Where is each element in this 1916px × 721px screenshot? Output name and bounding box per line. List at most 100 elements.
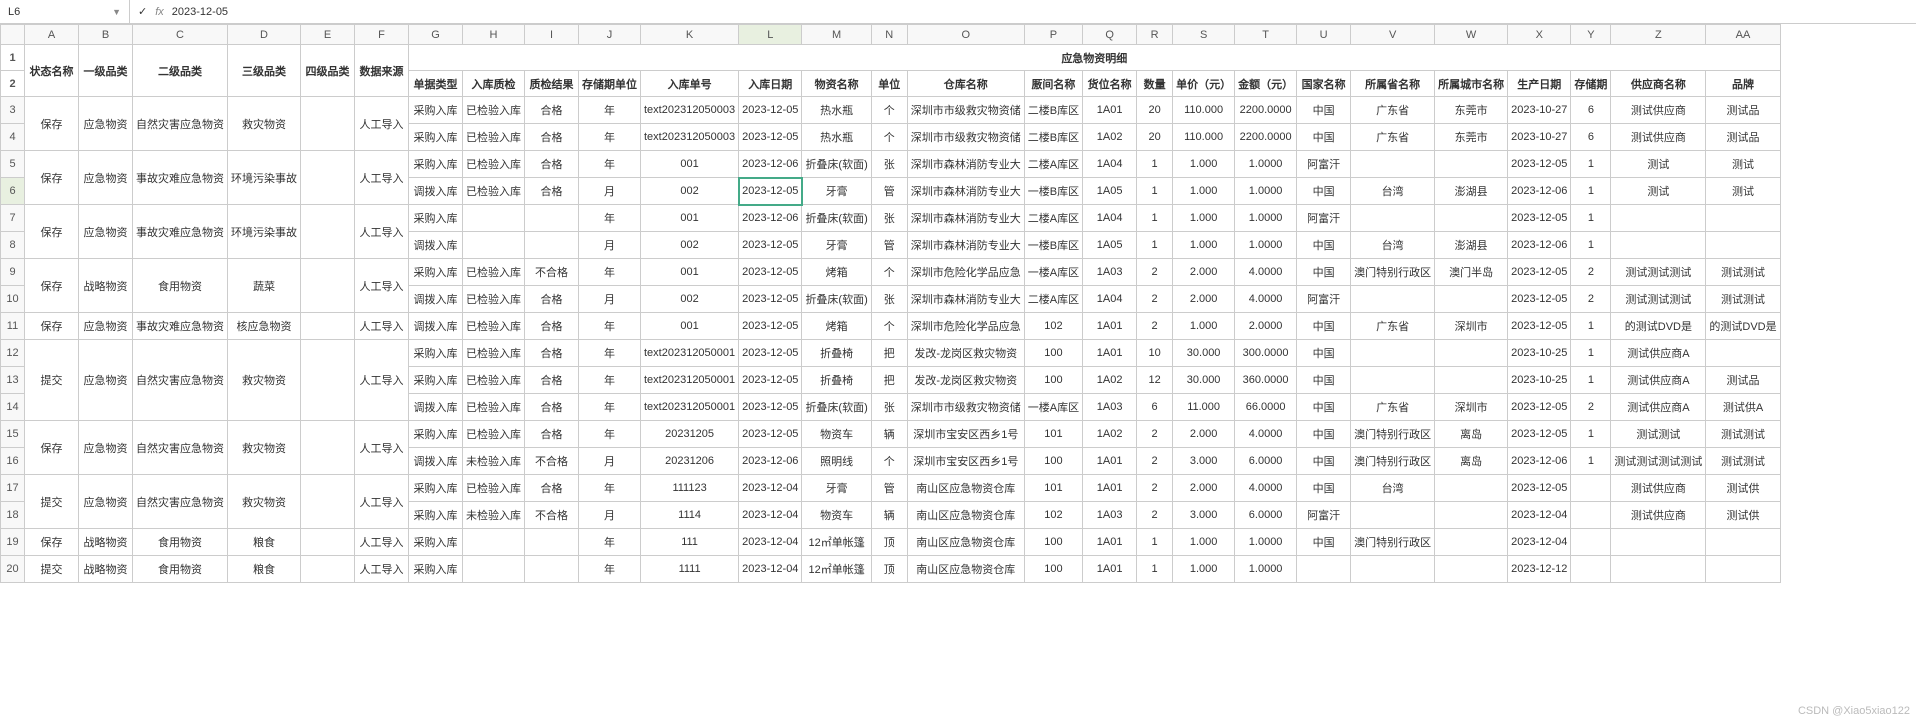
cell-mat_name[interactable]: 折叠床(软面) bbox=[802, 286, 871, 313]
cell-unit[interactable]: 个 bbox=[871, 448, 907, 475]
cell-unit[interactable]: 个 bbox=[871, 97, 907, 124]
cell-price[interactable]: 1.000 bbox=[1173, 178, 1235, 205]
cell-store_period[interactable]: 1 bbox=[1571, 151, 1611, 178]
cell-mat_name[interactable]: 折叠椅 bbox=[802, 367, 871, 394]
cell-status[interactable]: 提交 bbox=[25, 556, 79, 583]
cell-prov[interactable] bbox=[1351, 286, 1435, 313]
row-header[interactable]: 13 bbox=[1, 367, 25, 394]
cell-prov[interactable]: 澳门特别行政区 bbox=[1351, 529, 1435, 556]
row-header[interactable]: 5 bbox=[1, 151, 25, 178]
cell-cat3[interactable]: 核应急物资 bbox=[228, 313, 301, 340]
cell-mat_name[interactable]: 牙膏 bbox=[802, 232, 871, 259]
cell-prov[interactable] bbox=[1351, 340, 1435, 367]
cell-store_period[interactable]: 1 bbox=[1571, 205, 1611, 232]
cell-in_date[interactable]: 2023-12-05 bbox=[739, 286, 802, 313]
cell-doc_type[interactable]: 采购入库 bbox=[409, 421, 463, 448]
cell-in_qc[interactable]: 已检验入库 bbox=[463, 367, 525, 394]
cell-doc_type[interactable]: 采购入库 bbox=[409, 205, 463, 232]
cell-qty[interactable]: 2 bbox=[1137, 448, 1173, 475]
cell-cat4[interactable] bbox=[301, 97, 355, 151]
cell-store_unit[interactable]: 年 bbox=[579, 259, 641, 286]
cell-qc_res[interactable]: 合格 bbox=[525, 421, 579, 448]
cell-cat4[interactable] bbox=[301, 529, 355, 556]
cell-amt[interactable]: 2200.0000 bbox=[1235, 124, 1297, 151]
cell-wh[interactable]: 深圳市危险化学品应急 bbox=[907, 259, 1024, 286]
col-header-W[interactable]: W bbox=[1435, 25, 1508, 45]
cell-loc[interactable]: 1A01 bbox=[1083, 340, 1137, 367]
cell-cat3[interactable]: 粮食 bbox=[228, 556, 301, 583]
cell-brand[interactable] bbox=[1706, 340, 1780, 367]
row-header[interactable]: 12 bbox=[1, 340, 25, 367]
cell-supplier[interactable]: 测试测试测试 bbox=[1611, 259, 1706, 286]
cell-store_period[interactable]: 1 bbox=[1571, 313, 1611, 340]
cell-brand[interactable]: 测试测试 bbox=[1706, 286, 1780, 313]
cell-price[interactable]: 30.000 bbox=[1173, 340, 1235, 367]
cell-src[interactable]: 人工导入 bbox=[355, 313, 409, 340]
cell-price[interactable]: 2.000 bbox=[1173, 286, 1235, 313]
col-header-M[interactable]: M bbox=[802, 25, 871, 45]
cell-brand[interactable] bbox=[1706, 232, 1780, 259]
cell-mat_name[interactable]: 照明线 bbox=[802, 448, 871, 475]
cell-cat4[interactable] bbox=[301, 205, 355, 259]
cell-store_unit[interactable]: 月 bbox=[579, 502, 641, 529]
cell-in_date[interactable]: 2023-12-05 bbox=[739, 178, 802, 205]
cell-in_qc[interactable]: 未检验入库 bbox=[463, 502, 525, 529]
cell-amt[interactable]: 360.0000 bbox=[1235, 367, 1297, 394]
cell-mat_name[interactable]: 热水瓶 bbox=[802, 97, 871, 124]
cell-room[interactable]: 100 bbox=[1024, 529, 1082, 556]
cell-brand[interactable] bbox=[1706, 556, 1780, 583]
col-header-I[interactable]: I bbox=[525, 25, 579, 45]
cell-mat_name[interactable]: 折叠床(软面) bbox=[802, 205, 871, 232]
cell-amt[interactable]: 4.0000 bbox=[1235, 421, 1297, 448]
select-all-corner[interactable] bbox=[1, 25, 25, 45]
cell-qty[interactable]: 2 bbox=[1137, 313, 1173, 340]
col-header-B[interactable]: B bbox=[79, 25, 133, 45]
cell-prod_date[interactable]: 2023-10-27 bbox=[1508, 97, 1571, 124]
cell-doc_type[interactable]: 采购入库 bbox=[409, 556, 463, 583]
cell-doc_type[interactable]: 调拨入库 bbox=[409, 394, 463, 421]
cell-wh[interactable]: 深圳市市级救灾物资储 bbox=[907, 97, 1024, 124]
cell-amt[interactable]: 6.0000 bbox=[1235, 502, 1297, 529]
cell-prov[interactable]: 澳门特别行政区 bbox=[1351, 421, 1435, 448]
cell-in_no[interactable]: text202312050001 bbox=[641, 394, 739, 421]
cell-room[interactable]: 101 bbox=[1024, 421, 1082, 448]
cell-store_unit[interactable]: 年 bbox=[579, 394, 641, 421]
cell-price[interactable]: 1.000 bbox=[1173, 151, 1235, 178]
row-header[interactable]: 20 bbox=[1, 556, 25, 583]
row-header[interactable]: 3 bbox=[1, 97, 25, 124]
col-header-O[interactable]: O bbox=[907, 25, 1024, 45]
cell-in_no[interactable]: 001 bbox=[641, 313, 739, 340]
row-header[interactable]: 19 bbox=[1, 529, 25, 556]
cell-qty[interactable]: 12 bbox=[1137, 367, 1173, 394]
cell-country[interactable]: 中国 bbox=[1297, 97, 1351, 124]
cell-room[interactable]: 102 bbox=[1024, 502, 1082, 529]
cell-cat4[interactable] bbox=[301, 421, 355, 475]
cell-status[interactable]: 保存 bbox=[25, 259, 79, 313]
cell-supplier[interactable]: 测试 bbox=[1611, 178, 1706, 205]
cell-country[interactable]: 中国 bbox=[1297, 529, 1351, 556]
cell-qc_res[interactable]: 不合格 bbox=[525, 259, 579, 286]
col-header-S[interactable]: S bbox=[1173, 25, 1235, 45]
cell-cat2[interactable]: 自然灾害应急物资 bbox=[133, 475, 228, 529]
cell-cat3[interactable]: 蔬菜 bbox=[228, 259, 301, 313]
cell-city[interactable] bbox=[1435, 529, 1508, 556]
cell-store_period[interactable]: 2 bbox=[1571, 286, 1611, 313]
col-header-Q[interactable]: Q bbox=[1083, 25, 1137, 45]
cell-wh[interactable]: 南山区应急物资仓库 bbox=[907, 556, 1024, 583]
row-header[interactable]: 11 bbox=[1, 313, 25, 340]
cell-cat4[interactable] bbox=[301, 259, 355, 313]
cell-country[interactable]: 中国 bbox=[1297, 313, 1351, 340]
cell-room[interactable]: 100 bbox=[1024, 340, 1082, 367]
cell-reference-box[interactable]: L6 ▼ bbox=[0, 0, 130, 23]
col-header-AA[interactable]: AA bbox=[1706, 25, 1780, 45]
cell-prod_date[interactable]: 2023-12-05 bbox=[1508, 313, 1571, 340]
cell-store_unit[interactable]: 年 bbox=[579, 556, 641, 583]
insert-function-icon[interactable]: ✓ bbox=[138, 5, 147, 18]
cell-doc_type[interactable]: 采购入库 bbox=[409, 529, 463, 556]
cell-mat_name[interactable]: 折叠床(软面) bbox=[802, 394, 871, 421]
cell-mat_name[interactable]: 烤箱 bbox=[802, 313, 871, 340]
cell-supplier[interactable]: 测试测试 bbox=[1611, 421, 1706, 448]
fx-label[interactable]: fx bbox=[155, 6, 164, 18]
cell-supplier[interactable]: 测试 bbox=[1611, 151, 1706, 178]
cell-doc_type[interactable]: 采购入库 bbox=[409, 259, 463, 286]
